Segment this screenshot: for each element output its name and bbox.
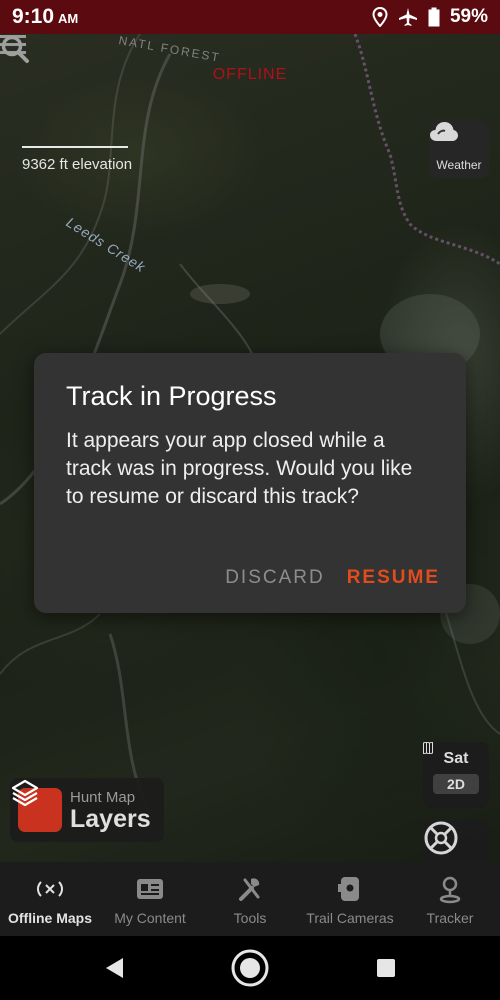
weather-button[interactable]: Weather	[429, 120, 489, 178]
track-in-progress-dialog: Track in Progress It appears your app cl…	[34, 353, 466, 613]
tracker-pin-icon	[435, 874, 465, 904]
tab-tracker[interactable]: Tracker	[400, 862, 500, 936]
tab-trail-cameras[interactable]: Trail Cameras	[300, 862, 400, 936]
scale-bar	[22, 146, 128, 148]
dialog-message: It appears your app closed while a track…	[66, 429, 413, 508]
tools-icon	[235, 874, 265, 904]
compass-icon	[424, 821, 458, 855]
tab-label: My Content	[114, 910, 186, 926]
weather-label: Weather	[436, 158, 482, 172]
layers-subtitle: Hunt Map	[70, 788, 136, 806]
status-bar: 9:10 AM 59%	[0, 0, 500, 34]
recents-icon[interactable]	[375, 957, 397, 979]
status-clock: 9:10 AM	[12, 5, 78, 29]
battery-percent: 59%	[449, 6, 488, 27]
back-icon[interactable]	[103, 956, 125, 980]
location-icon	[372, 7, 388, 27]
dialog-actions: DISCARD RESUME	[225, 567, 440, 589]
tab-tools[interactable]: Tools	[200, 862, 300, 936]
sat-label-row: Sat	[423, 742, 469, 768]
status-time: 9:10	[12, 5, 55, 28]
tab-offline-maps[interactable]: Offline Maps	[0, 862, 100, 936]
layers-text: Hunt Map Layers	[70, 789, 151, 832]
system-nav-bar	[0, 936, 500, 1000]
map-fold-icon	[423, 742, 433, 754]
hunt-map-layers-button[interactable]: Hunt Map Layers	[10, 778, 164, 842]
dialog-title: Track in Progress	[66, 381, 277, 411]
bottom-tab-bar: Offline Maps My Content Tools Trail Came…	[0, 862, 500, 936]
layers-icon	[11, 779, 62, 832]
sat-label: Sat	[443, 750, 469, 767]
tab-my-content[interactable]: My Content	[100, 862, 200, 936]
resume-button[interactable]: RESUME	[347, 567, 440, 589]
discard-button[interactable]: DISCARD	[225, 567, 325, 589]
view-mode-2d[interactable]: 2D	[433, 774, 479, 794]
map-style-toggle[interactable]: Sat 2D	[423, 742, 489, 808]
battery-icon	[428, 7, 440, 27]
offline-indicator: OFFLINE	[212, 66, 288, 83]
tab-label: Offline Maps	[7, 910, 92, 926]
tab-label: Tools	[233, 910, 267, 926]
status-icons: 59%	[372, 6, 488, 28]
tab-label: Tracker	[426, 910, 474, 926]
compass-button[interactable]	[423, 820, 489, 862]
tab-label: Trail Cameras	[306, 910, 394, 926]
id-card-icon	[135, 874, 165, 904]
broadcast-icon	[35, 874, 65, 904]
search-icon[interactable]	[0, 34, 30, 64]
trail-camera-icon	[335, 874, 365, 904]
cloud-icon	[430, 122, 458, 141]
home-icon[interactable]	[230, 948, 270, 988]
layers-title: Layers	[70, 804, 151, 833]
airplane-mode-icon	[398, 8, 417, 26]
elevation-readout: 9362 ft elevation	[22, 156, 133, 173]
status-ampm: AM	[58, 11, 79, 26]
